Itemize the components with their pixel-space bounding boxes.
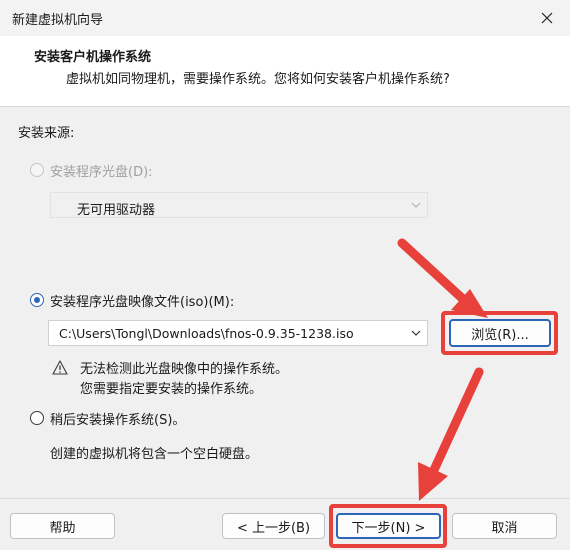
arrow-to-next-icon [418, 367, 484, 501]
arrow-to-browse-icon [397, 238, 488, 318]
annotation-arrows [397, 238, 488, 501]
